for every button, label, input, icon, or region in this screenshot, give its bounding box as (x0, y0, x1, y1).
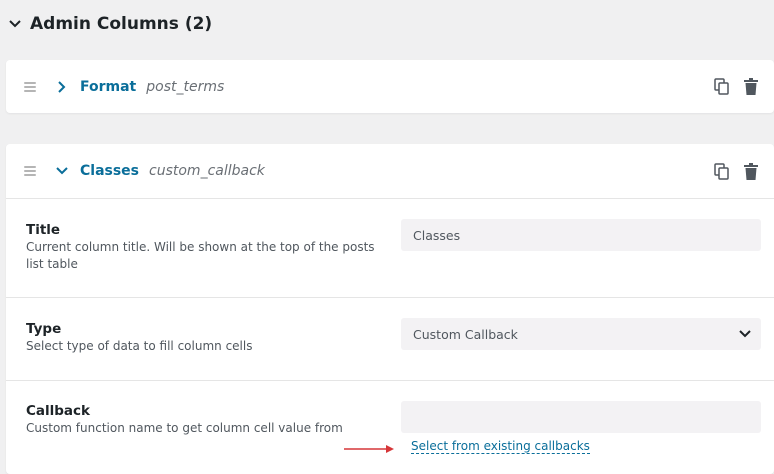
type-select[interactable]: Custom Callback (401, 318, 761, 350)
type-label: Type (26, 321, 62, 337)
title-field[interactable] (401, 219, 761, 251)
section-header[interactable]: Admin Columns (2) (8, 14, 212, 34)
callback-field[interactable] (401, 401, 761, 433)
chevron-right-icon[interactable] (54, 79, 70, 95)
column-label[interactable]: Classes (80, 163, 139, 179)
select-caret-icon (739, 328, 751, 340)
column-card-format: Format post_terms (6, 60, 774, 113)
duplicate-icon[interactable] (712, 78, 730, 96)
callback-description: Custom function name to get column cell … (26, 421, 343, 435)
duplicate-icon[interactable] (712, 162, 730, 180)
chevron-down-icon[interactable] (8, 17, 22, 31)
select-existing-callbacks-link[interactable]: Select from existing callbacks (411, 439, 590, 454)
column-label[interactable]: Format (80, 79, 136, 95)
annotation-arrow-icon (344, 445, 394, 453)
title-row: Title Current column title. Will be show… (6, 198, 774, 297)
chevron-down-icon[interactable] (54, 163, 70, 179)
column-card-classes: Classes custom_callback Title Current co… (6, 144, 774, 474)
type-select-value: Custom Callback (413, 326, 518, 342)
column-type: post_terms (146, 78, 225, 95)
drag-handle-icon[interactable] (24, 166, 36, 176)
title-input[interactable] (413, 219, 761, 251)
trash-icon[interactable] (742, 78, 760, 96)
type-description: Select type of data to fill column cells (26, 339, 253, 353)
title-label: Title (26, 222, 61, 238)
trash-icon[interactable] (742, 162, 760, 180)
title-description: Current column title. Will be shown at t… (26, 240, 375, 271)
callback-row: Callback Custom function name to get col… (6, 380, 774, 474)
drag-handle-icon[interactable] (24, 81, 36, 92)
section-title: Admin Columns (2) (30, 14, 213, 34)
column-type: custom_callback (149, 163, 265, 179)
type-row: Type Select type of data to fill column … (6, 297, 774, 380)
callback-input[interactable] (413, 401, 761, 433)
callback-label: Callback (26, 403, 91, 419)
